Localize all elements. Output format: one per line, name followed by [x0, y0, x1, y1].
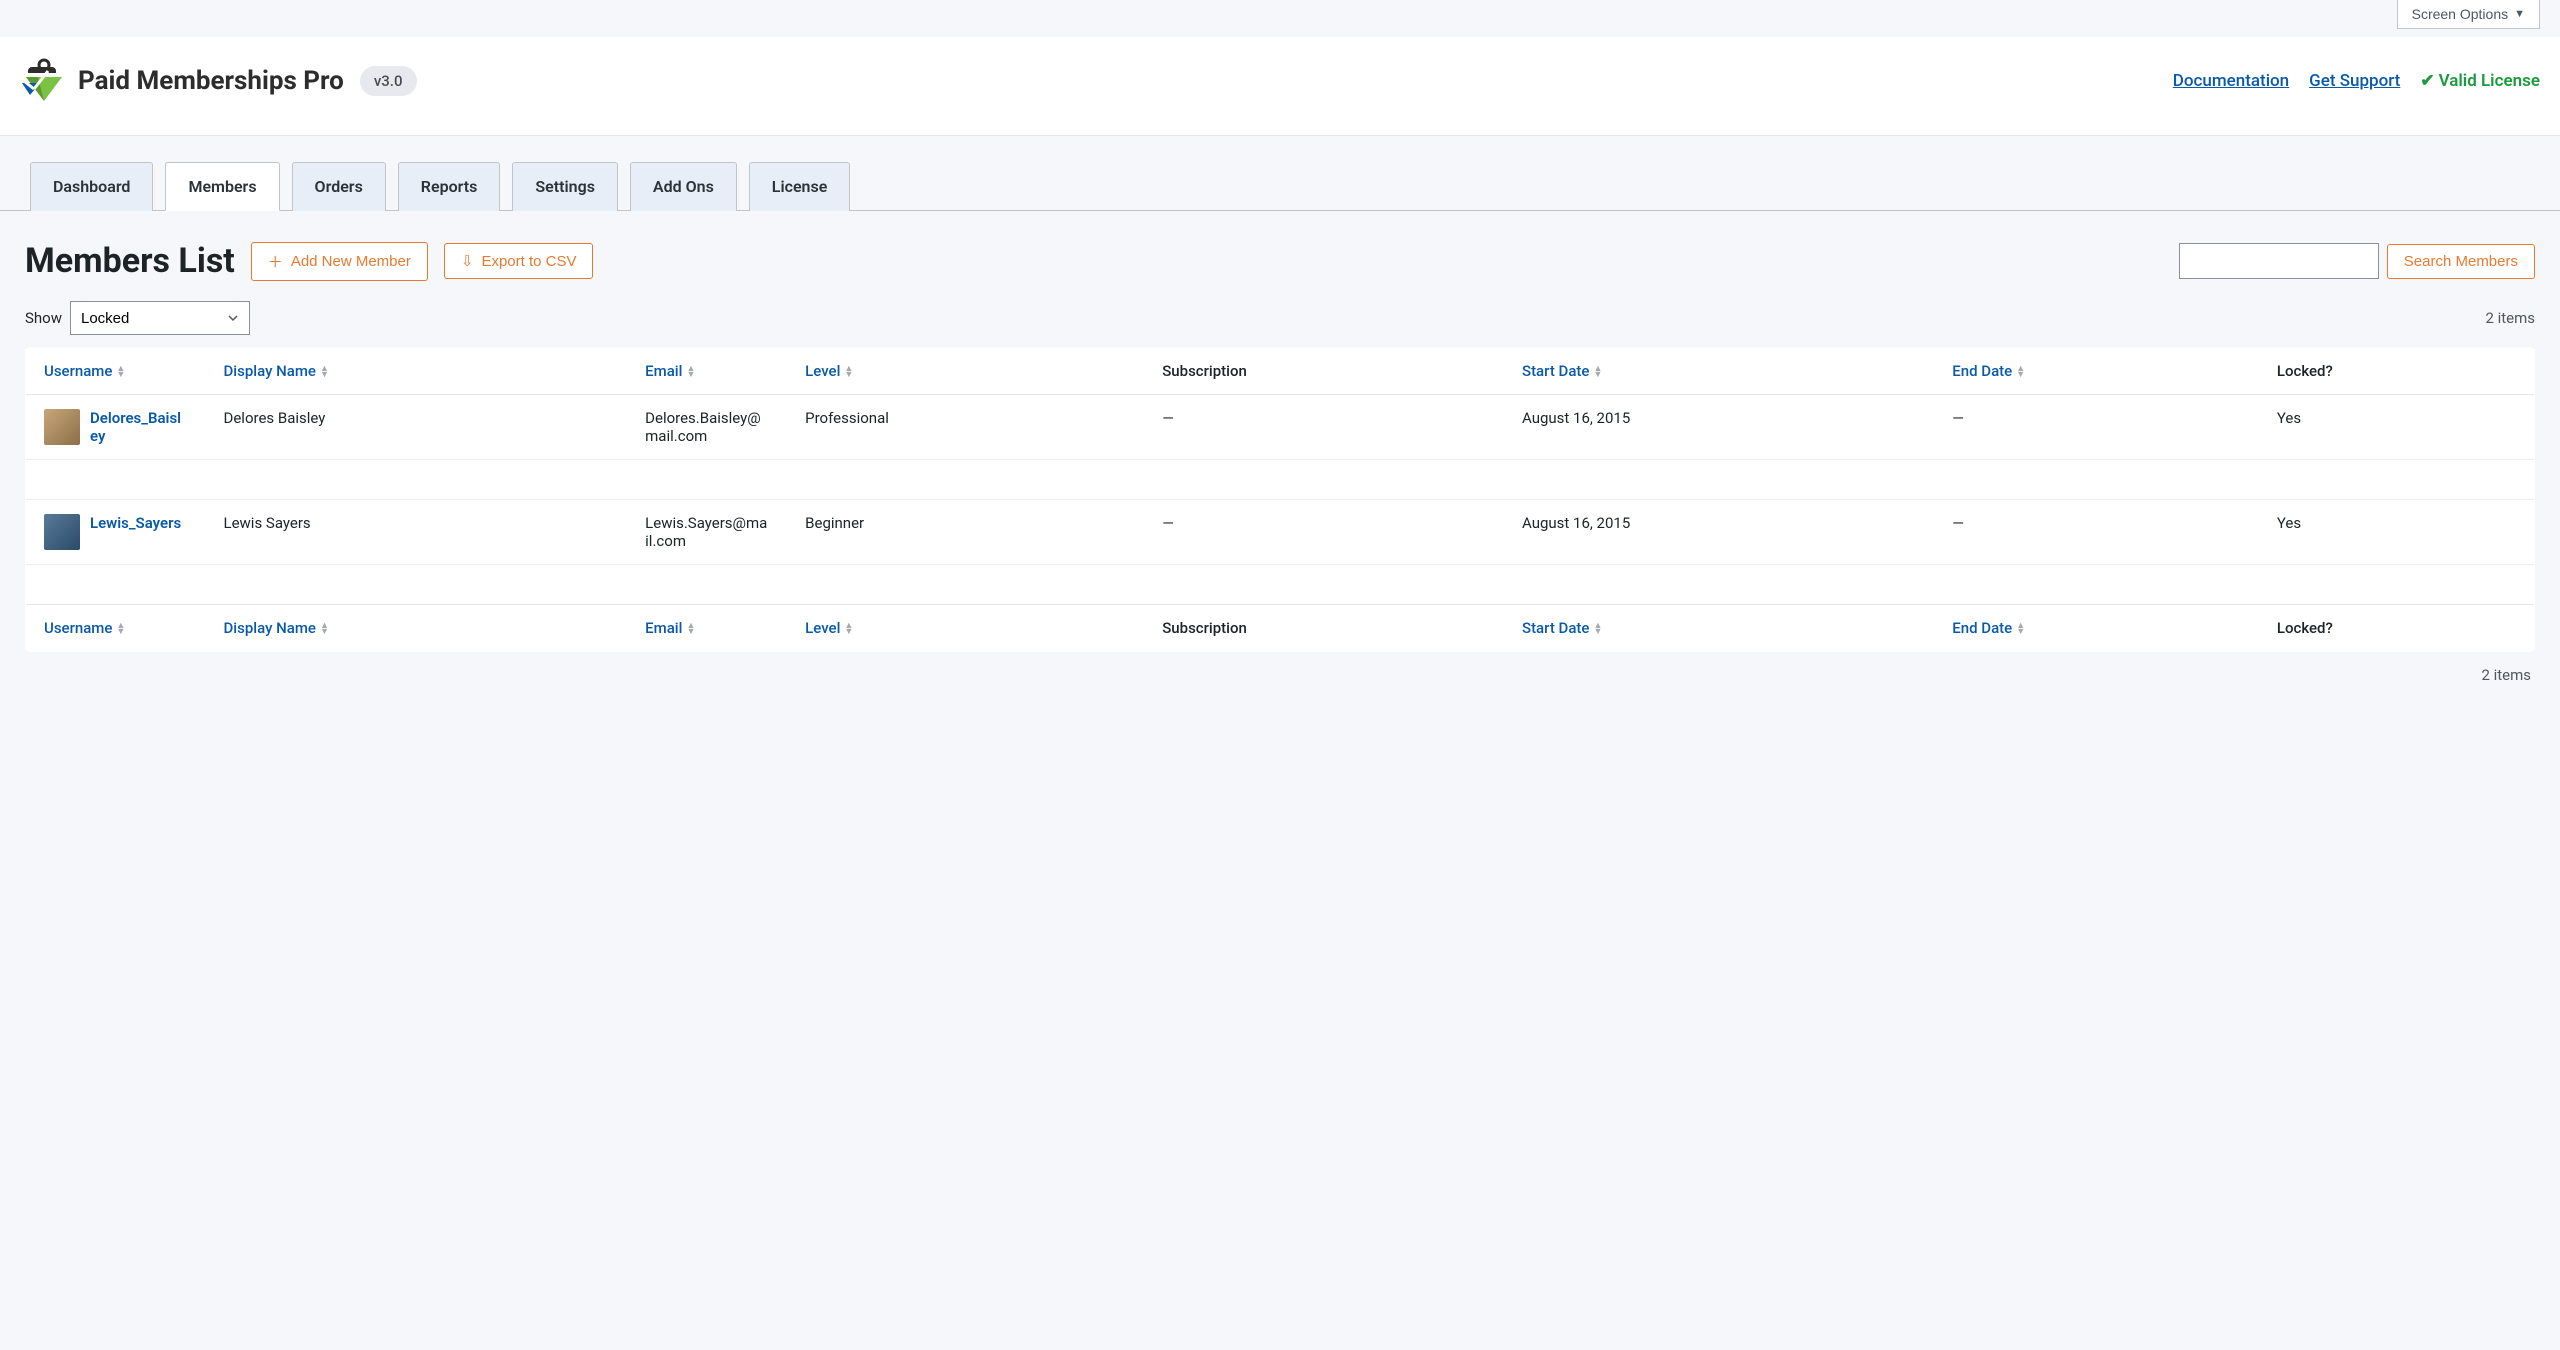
header: Paid Memberships Pro v3.0 Documentation …: [0, 37, 2560, 136]
col-end-date-foot[interactable]: End Date▲▼: [1952, 619, 2025, 637]
cell-level: Professional: [787, 395, 1144, 460]
page-title: Members List: [25, 241, 235, 281]
logo: Paid Memberships Pro: [20, 57, 344, 105]
col-locked-foot: Locked?: [2259, 605, 2535, 652]
brand-name: Paid Memberships Pro: [78, 66, 344, 96]
avatar: [44, 514, 80, 550]
username-link[interactable]: Lewis_Sayers: [90, 514, 181, 550]
sort-icon: ▲▼: [1593, 623, 1602, 635]
col-email[interactable]: Email▲▼: [645, 362, 695, 380]
members-table: Username▲▼ Display Name▲▼ Email▲▼ Level▲…: [25, 347, 2535, 652]
tab-orders[interactable]: Orders: [292, 162, 386, 211]
sort-icon: ▲▼: [1593, 366, 1602, 378]
sort-icon: ▲▼: [116, 623, 125, 635]
username-link[interactable]: Delores_Baisley: [90, 409, 188, 445]
logo-icon: [20, 57, 68, 105]
cell-subscription: —: [1144, 500, 1504, 565]
cell-display-name: Lewis Sayers: [206, 500, 628, 565]
col-start-date[interactable]: Start Date▲▼: [1522, 362, 1602, 380]
sort-icon: ▲▼: [686, 366, 695, 378]
tab-members[interactable]: Members: [165, 162, 279, 211]
filter-select[interactable]: Locked: [70, 301, 250, 335]
col-end-date[interactable]: End Date▲▼: [1952, 362, 2025, 380]
sort-icon: ▲▼: [686, 623, 695, 635]
sort-icon: ▲▼: [320, 366, 329, 378]
tab-license[interactable]: License: [749, 162, 851, 211]
sort-icon: ▲▼: [844, 623, 853, 635]
table-row: Delores_Baisley Delores Baisley Delores.…: [26, 395, 2535, 460]
sort-icon: ▲▼: [116, 366, 125, 378]
col-email-foot[interactable]: Email▲▼: [645, 619, 695, 637]
add-new-member-label: Add New Member: [291, 253, 411, 270]
export-csv-button[interactable]: ⇩ Export to CSV: [444, 243, 594, 279]
valid-license-badge: ✔ Valid License: [2420, 71, 2540, 91]
check-icon: ✔: [2420, 71, 2434, 91]
col-locked: Locked?: [2259, 348, 2535, 395]
plus-icon: ＋: [268, 251, 283, 272]
tabs: Dashboard Members Orders Reports Setting…: [0, 161, 2560, 211]
col-subscription-foot: Subscription: [1144, 605, 1504, 652]
col-username[interactable]: Username▲▼: [44, 362, 125, 380]
col-level-foot[interactable]: Level▲▼: [805, 619, 853, 637]
cell-locked: Yes: [2259, 395, 2535, 460]
tab-settings[interactable]: Settings: [512, 162, 618, 211]
screen-options-button[interactable]: Screen Options ▼: [2397, 0, 2540, 29]
cell-locked: Yes: [2259, 500, 2535, 565]
add-new-member-button[interactable]: ＋ Add New Member: [251, 242, 428, 281]
cell-end-date: —: [1934, 500, 2259, 565]
show-label: Show: [25, 309, 62, 327]
col-display-name-foot[interactable]: Display Name▲▼: [224, 619, 329, 637]
sort-icon: ▲▼: [2016, 623, 2025, 635]
documentation-link[interactable]: Documentation: [2173, 71, 2289, 91]
sort-icon: ▲▼: [2016, 366, 2025, 378]
items-count-top: 2 items: [2485, 309, 2535, 327]
table-row: Lewis_Sayers Lewis Sayers Lewis.Sayers@m…: [26, 500, 2535, 565]
cell-display-name: Delores Baisley: [206, 395, 628, 460]
col-username-foot[interactable]: Username▲▼: [44, 619, 125, 637]
screen-options-label: Screen Options: [2412, 6, 2509, 22]
cell-start-date: August 16, 2015: [1504, 500, 1934, 565]
col-subscription: Subscription: [1144, 348, 1504, 395]
col-start-date-foot[interactable]: Start Date▲▼: [1522, 619, 1602, 637]
cell-end-date: —: [1934, 395, 2259, 460]
chevron-down-icon: ▼: [2514, 8, 2525, 20]
sort-icon: ▲▼: [320, 623, 329, 635]
search-input[interactable]: [2179, 243, 2379, 279]
tab-addons[interactable]: Add Ons: [630, 162, 737, 211]
items-count-bottom: 2 items: [25, 652, 2535, 698]
avatar: [44, 409, 80, 445]
valid-license-label: Valid License: [2439, 71, 2540, 91]
tab-reports[interactable]: Reports: [398, 162, 501, 211]
tab-dashboard[interactable]: Dashboard: [30, 162, 153, 211]
download-icon: ⇩: [461, 252, 474, 270]
export-csv-label: Export to CSV: [481, 253, 576, 270]
cell-start-date: August 16, 2015: [1504, 395, 1934, 460]
search-members-button[interactable]: Search Members: [2387, 244, 2535, 279]
cell-email: Lewis.Sayers@mail.com: [627, 500, 787, 565]
get-support-link[interactable]: Get Support: [2309, 71, 2400, 91]
sort-icon: ▲▼: [844, 366, 853, 378]
cell-subscription: —: [1144, 395, 1504, 460]
cell-level: Beginner: [787, 500, 1144, 565]
col-level[interactable]: Level▲▼: [805, 362, 853, 380]
version-badge: v3.0: [360, 66, 417, 96]
cell-email: Delores.Baisley@mail.com: [627, 395, 787, 460]
col-display-name[interactable]: Display Name▲▼: [224, 362, 329, 380]
